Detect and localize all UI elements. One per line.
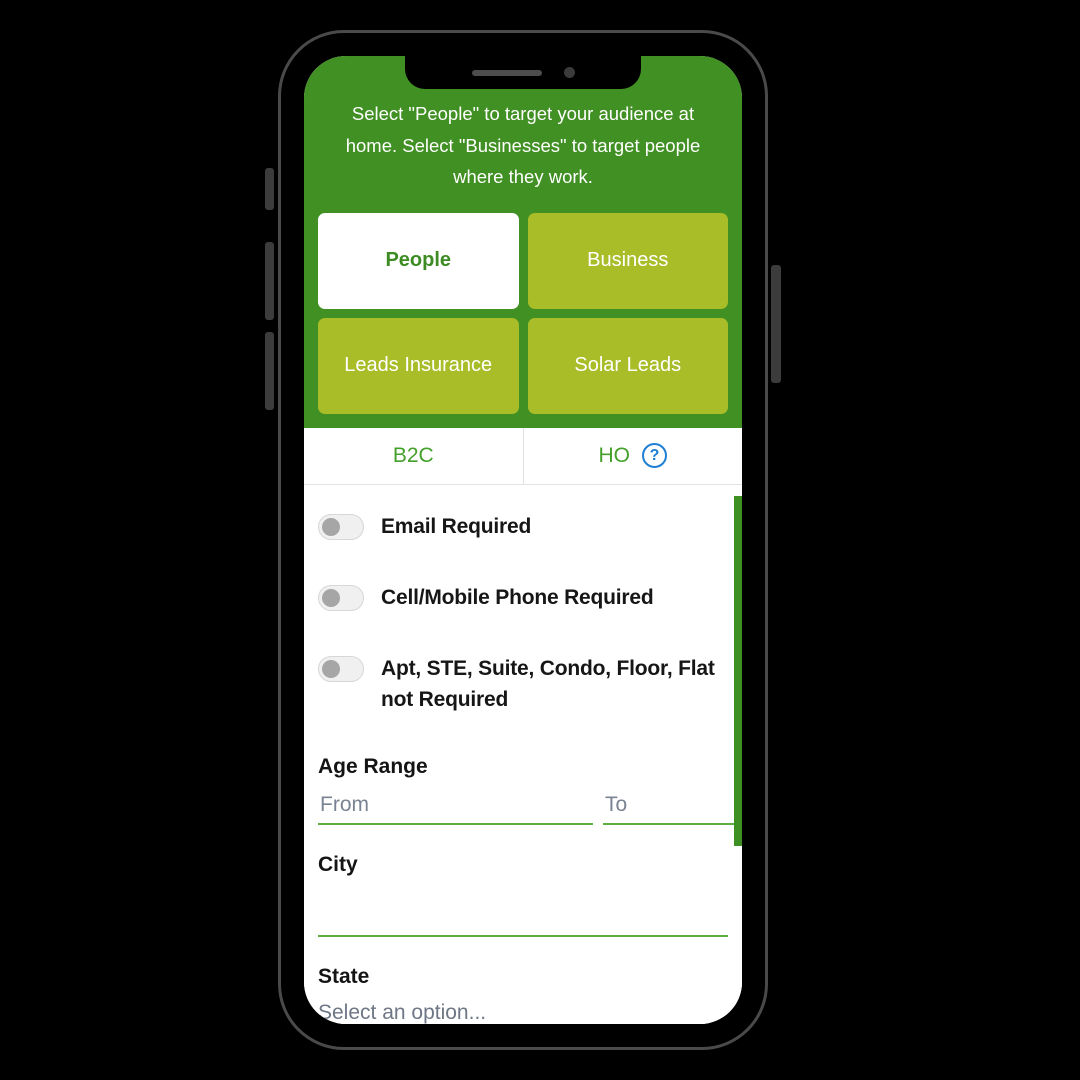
screenshot-root: Bu t! Select "People" to target your aud… <box>0 0 1080 1080</box>
category-button-people[interactable]: People <box>318 212 519 309</box>
toggle-knob-icon <box>322 517 340 536</box>
toggle-label-cell-phone-required: Cell/Mobile Phone Required <box>381 585 654 609</box>
filter-form: Email Required Cell/Mobile Phone Require… <box>304 484 742 1025</box>
phone-volume-up-button[interactable] <box>265 242 274 320</box>
toggle-label-email-required: Email Required <box>381 514 532 538</box>
phone-power-button[interactable] <box>771 265 781 383</box>
toggle-row-email-required[interactable]: Email Required <box>318 511 728 542</box>
tab-bar: B2C HO ? <box>304 427 742 485</box>
field-group-state: State Select an option... <box>318 965 728 1025</box>
app-header: Bu t! Select "People" to target your aud… <box>304 56 742 428</box>
field-group-age-range: Age Range <box>318 754 742 825</box>
state-label: State <box>318 964 370 988</box>
phone-notch <box>405 56 641 89</box>
toggle-email-required[interactable] <box>318 513 364 540</box>
toggle-apt-not-required[interactable] <box>318 655 364 682</box>
toggle-row-apt-not-required[interactable]: Apt, STE, Suite, Condo, Floor, Flat not … <box>318 653 728 715</box>
front-camera-icon <box>563 67 575 78</box>
category-button-business[interactable]: Business <box>527 212 728 309</box>
tab-ho[interactable]: HO ? <box>522 427 742 484</box>
phone-mute-switch[interactable] <box>265 168 274 210</box>
help-icon[interactable]: ? <box>642 443 667 468</box>
age-from-input[interactable] <box>318 786 593 825</box>
speaker-grille-icon <box>471 69 542 76</box>
category-selector: People Business Leads Insurance Solar Le… <box>318 212 728 414</box>
phone-screen: Bu t! Select "People" to target your aud… <box>304 56 742 1024</box>
header-instructions: Select "People" to target your audience … <box>345 103 701 187</box>
toggle-knob-icon <box>322 659 340 678</box>
phone-volume-down-button[interactable] <box>265 332 274 410</box>
age-to-input[interactable] <box>603 786 742 825</box>
toggle-label-apt-not-required: Apt, STE, Suite, Condo, Floor, Flat not … <box>381 656 715 711</box>
state-select[interactable]: Select an option... <box>318 997 728 1025</box>
category-button-solar-leads[interactable]: Solar Leads <box>527 317 728 414</box>
city-label: City <box>318 852 358 876</box>
scrollbar-thumb[interactable] <box>734 496 742 846</box>
city-input[interactable] <box>318 884 728 937</box>
field-group-city: City <box>318 853 728 937</box>
age-range-label: Age Range <box>318 754 428 778</box>
toggle-cell-phone-required[interactable] <box>318 584 364 611</box>
tab-b2c-label: B2C <box>392 443 434 467</box>
age-range-inputs <box>318 786 742 825</box>
tab-b2c[interactable]: B2C <box>304 427 523 484</box>
tab-ho-label: HO <box>598 443 631 467</box>
category-button-leads-insurance[interactable]: Leads Insurance <box>318 317 519 414</box>
toggle-knob-icon <box>322 588 340 607</box>
toggle-row-cell-phone-required[interactable]: Cell/Mobile Phone Required <box>318 582 728 613</box>
